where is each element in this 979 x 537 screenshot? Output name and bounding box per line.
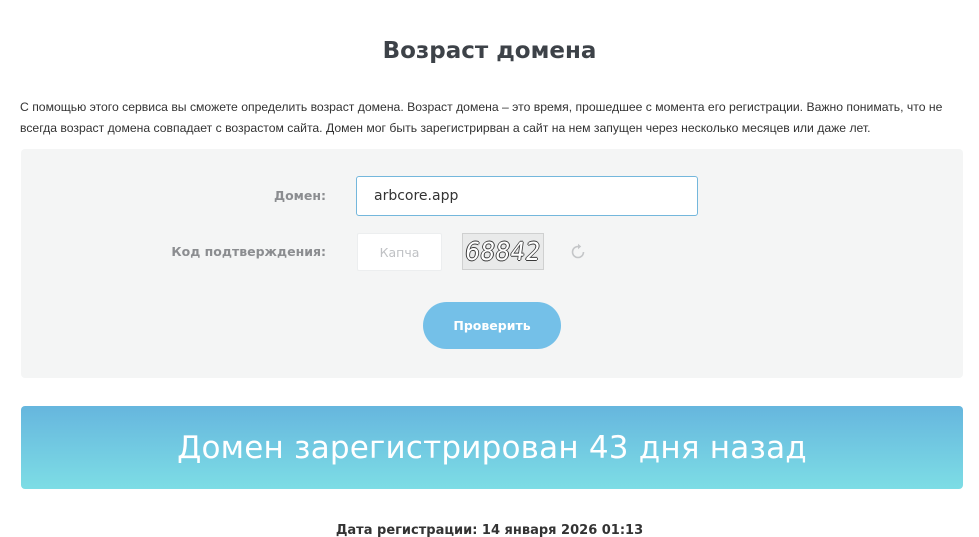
domain-age-form: Домен: Код подтверждения: 68842 Проверит… xyxy=(21,149,963,378)
captcha-input[interactable] xyxy=(357,233,442,271)
domain-input[interactable] xyxy=(356,176,698,216)
page-title: Возраст домена xyxy=(382,38,597,64)
captcha-label: Код подтверждения: xyxy=(171,244,326,259)
domain-label: Домен: xyxy=(273,188,326,203)
result-banner: Домен зарегистрирован 43 дня назад xyxy=(21,406,963,489)
captcha-image: 68842 xyxy=(462,233,544,270)
refresh-icon[interactable] xyxy=(566,240,590,264)
captcha-code: 68842 xyxy=(463,237,543,266)
check-button[interactable]: Проверить xyxy=(423,302,561,349)
result-message: Домен зарегистрирован 43 дня назад xyxy=(177,429,807,466)
intro-text: С помощью этого сервиса вы сможете опред… xyxy=(20,100,943,135)
registration-date: Дата регистрации: 14 января 2026 01:13 xyxy=(335,523,644,537)
